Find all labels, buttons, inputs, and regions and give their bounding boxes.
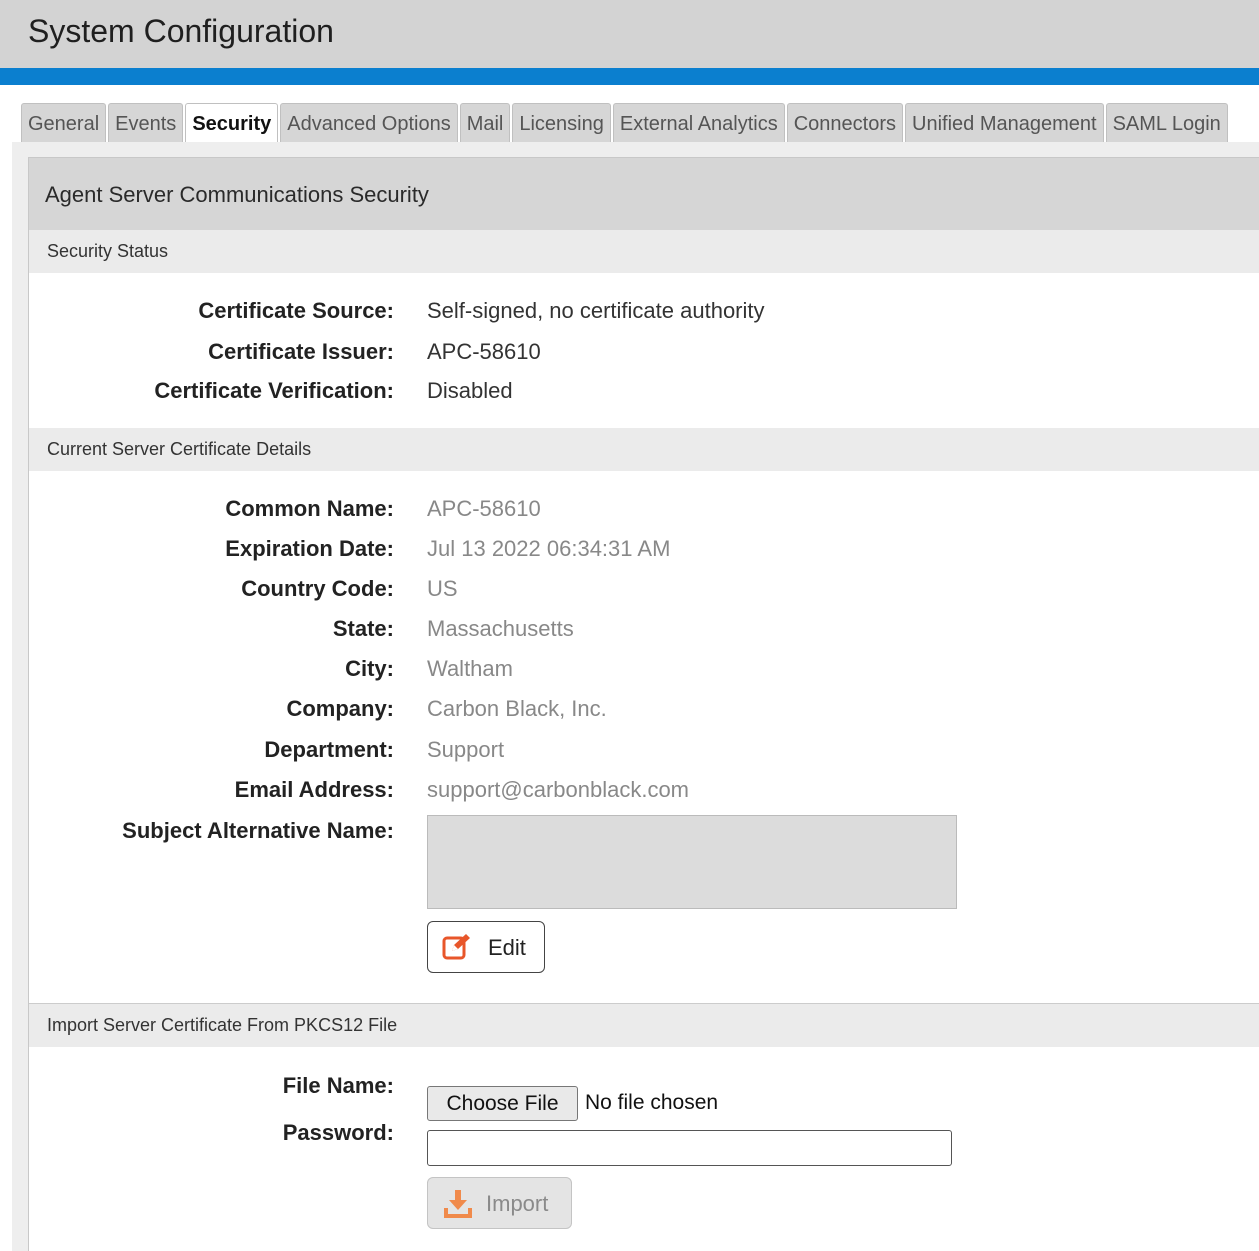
import-button[interactable]: Import [427,1177,572,1229]
section-header: Agent Server Communications Security [29,158,1259,230]
company-row: Company: Carbon Black, Inc. [29,696,1259,726]
edit-button[interactable]: Edit [427,921,545,973]
choose-file-button[interactable]: Choose File [427,1086,578,1121]
common-name-label: Common Name: [225,496,394,521]
common-name-row: Common Name: APC-58610 [29,496,1259,526]
department-value: Support [427,737,505,762]
certificate-issuer-row: Certificate Issuer: APC-58610 [29,339,1259,369]
security-section: Agent Server Communications Security Sec… [28,157,1259,1251]
certificate-source-value: Self-signed, no certificate authority [427,298,765,323]
tab-bar: General Events Security Advanced Options… [21,103,1230,143]
file-name-label: File Name: [282,1073,394,1098]
security-status-header: Security Status [29,230,1259,273]
tab-external-analytics[interactable]: External Analytics [612,103,785,143]
email-address-row: Email Address: support@carbonblack.com [29,777,1259,807]
tab-mail[interactable]: Mail [459,103,511,143]
tab-unified-management[interactable]: Unified Management [905,103,1104,143]
common-name-value: APC-58610 [427,496,541,521]
tab-events[interactable]: Events [108,103,184,143]
import-label: Import [486,1191,549,1216]
import-header: Import Server Certificate From PKCS12 Fi… [29,1004,1259,1047]
department-row: Department: Support [29,737,1259,767]
certificate-verification-row: Certificate Verification: Disabled [29,378,1259,408]
tab-licensing[interactable]: Licensing [512,103,611,143]
certificate-source-row: Certificate Source: Self-signed, no cert… [29,298,1259,328]
expiration-date-value: Jul 13 2022 06:34:31 AM [427,536,671,561]
email-address-value: support@carbonblack.com [427,777,690,802]
company-value: Carbon Black, Inc. [427,696,607,721]
certificate-details-title: Current Server Certificate Details [47,439,312,459]
download-icon [444,1190,472,1218]
certificate-details-header: Current Server Certificate Details [29,428,1259,471]
page-title: System Configuration [28,13,334,49]
state-label: State: [332,616,394,641]
expiration-date-row: Expiration Date: Jul 13 2022 06:34:31 AM [29,536,1259,566]
accent-bar [0,68,1259,85]
country-code-label: Country Code: [241,576,394,601]
certificate-source-label: Certificate Source: [198,298,394,323]
file-status-text: No file chosen [585,1091,719,1114]
state-value: Massachusetts [427,616,574,641]
import-title: Import Server Certificate From PKCS12 Fi… [47,1015,398,1035]
san-label: Subject Alternative Name: [122,818,394,843]
san-textarea [427,815,957,909]
company-label: Company: [286,696,394,721]
content-panel: Agent Server Communications Security Sec… [12,142,1259,1251]
page-header: System Configuration [0,0,1259,68]
tab-advanced-options[interactable]: Advanced Options [280,103,458,143]
certificate-verification-label: Certificate Verification: [154,378,394,403]
email-address-label: Email Address: [234,777,394,802]
department-label: Department: [264,737,394,762]
password-field[interactable] [427,1130,952,1166]
city-row: City: Waltham [29,656,1259,686]
country-code-row: Country Code: US [29,576,1259,606]
section-title: Agent Server Communications Security [45,182,429,207]
state-row: State: Massachusetts [29,616,1259,646]
tab-connectors[interactable]: Connectors [786,103,904,143]
tab-security[interactable]: Security [185,103,279,143]
tab-saml-login[interactable]: SAML Login [1105,103,1228,143]
country-code-value: US [427,576,458,601]
security-status-title: Security Status [47,241,169,261]
certificate-verification-value: Disabled [427,378,513,403]
certificate-issuer-label: Certificate Issuer: [208,339,394,364]
password-label: Password: [282,1120,394,1145]
edit-icon [442,934,470,960]
expiration-date-label: Expiration Date: [225,536,394,561]
city-label: City: [345,656,394,681]
city-value: Waltham [427,656,513,681]
certificate-issuer-value: APC-58610 [427,339,541,364]
tab-general[interactable]: General [21,103,107,143]
edit-label: Edit [488,935,526,960]
